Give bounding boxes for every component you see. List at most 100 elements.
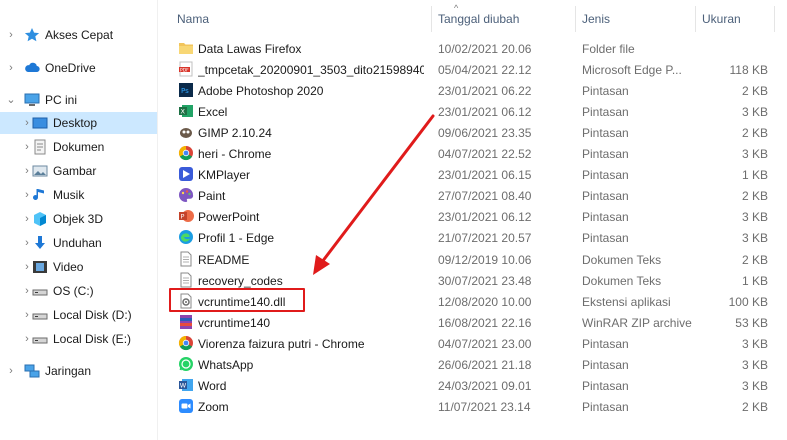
photoshop-icon: Ps	[178, 82, 194, 98]
column-type[interactable]: Jenis	[582, 12, 610, 26]
file-date: 23/01/2021 06.15	[438, 168, 532, 183]
chevron-right-icon[interactable]: ›	[22, 309, 32, 321]
column-name[interactable]: Nama	[177, 12, 209, 26]
music-icon	[32, 187, 48, 203]
file-name: PowerPoint	[198, 210, 260, 225]
file-row[interactable]: GIMP 2.10.24 09/06/2021 23.35 Pintasan 2 KB	[170, 122, 774, 143]
nav-item-local-disk-d[interactable]: › Local Disk (D:)	[0, 304, 157, 326]
file-date: 05/04/2021 22.12	[438, 63, 532, 78]
file-name: Viorenza faizura putri - Chrome	[198, 336, 365, 351]
file-row[interactable]: WhatsApp 26/06/2021 21.18 Pintasan 3 KB	[170, 354, 774, 375]
file-date: 16/08/2021 22.16	[438, 315, 532, 330]
file-row[interactable]: vcruntime140 16/08/2021 22.16 WinRAR ZIP a…	[170, 312, 774, 333]
nav-item-label: Akses Cepat	[45, 28, 114, 42]
nav-item-os-c[interactable]: › OS (C:)	[0, 280, 157, 302]
file-date: 09/12/2019 10.06	[438, 252, 532, 267]
column-date[interactable]: Tanggal diubah	[438, 12, 519, 26]
pane-splitter[interactable]	[157, 0, 158, 440]
desktop-icon	[32, 115, 48, 131]
file-date: 11/07/2021 23.14	[438, 399, 531, 414]
edge-icon	[178, 229, 194, 245]
nav-item-label: Musik	[53, 188, 85, 202]
pdf-icon: PDF	[178, 61, 194, 77]
drive-icon	[32, 331, 48, 347]
chevron-right-icon[interactable]: ›	[22, 189, 32, 201]
file-row[interactable]: KMPlayer 23/01/2021 06.15 Pintasan 1 KB	[170, 164, 774, 185]
chrome-icon	[178, 145, 194, 161]
chevron-right-icon[interactable]: ›	[22, 333, 32, 345]
nav-item-objek-3d[interactable]: › Objek 3D	[0, 208, 157, 230]
nav-item-desktop[interactable]: › Desktop	[0, 112, 157, 134]
file-type: Pintasan	[582, 84, 629, 99]
file-date: 04/07/2021 22.52	[438, 147, 532, 162]
file-row[interactable]: Ps Adobe Photoshop 2020 23/01/2021 06.22 Pi…	[170, 80, 774, 101]
nav-item-video[interactable]: › Video	[0, 256, 157, 278]
nav-item-label: Desktop	[53, 116, 98, 130]
text-file-icon	[178, 251, 194, 267]
file-row[interactable]: Profil 1 - Edge 21/07/2021 20.57 Pintasan 3…	[170, 227, 774, 248]
file-type: Folder file	[582, 42, 635, 56]
nav-item-dokumen[interactable]: › Dokumen	[0, 136, 157, 158]
video-icon	[32, 259, 48, 275]
svg-text:PDF: PDF	[180, 67, 189, 73]
chevron-right-icon[interactable]: ›	[22, 213, 32, 225]
column-divider[interactable]	[774, 6, 775, 32]
file-date: 23/01/2021 06.12	[438, 105, 532, 120]
file-size: 3 KB	[741, 357, 768, 372]
file-name: README	[198, 252, 250, 267]
file-name: heri - Chrome	[198, 147, 272, 162]
file-row[interactable]: Zoom 11/07/2021 23.14 Pintasan 2 KB	[170, 396, 774, 417]
file-type: Pintasan	[582, 168, 629, 183]
file-size: 2 KB	[741, 252, 768, 267]
file-type: Pintasan	[582, 147, 629, 162]
nav-item-jaringan[interactable]: › Jaringan	[0, 360, 157, 382]
nav-item-gambar[interactable]: › Gambar	[0, 160, 157, 182]
paint-icon	[178, 187, 194, 203]
file-row[interactable]: Paint 27/07/2021 08.40 Pintasan 2 KB	[170, 185, 774, 206]
chevron-right-icon[interactable]: ›	[22, 117, 32, 129]
svg-text:W: W	[180, 381, 187, 389]
file-row[interactable]: heri - Chrome 04/07/2021 22.52 Pintasan 3 K…	[170, 143, 774, 164]
column-size[interactable]: Ukuran	[702, 12, 741, 26]
nav-item-pc-ini[interactable]: ⌄ PC ini	[0, 89, 157, 111]
column-divider[interactable]	[431, 6, 432, 32]
nav-item-label: OneDrive	[45, 61, 96, 75]
nav-item-local-disk-e[interactable]: › Local Disk (E:)	[0, 328, 157, 350]
chevron-down-icon[interactable]: ⌄	[6, 94, 16, 106]
chevron-right-icon[interactable]: ›	[22, 285, 32, 297]
folder-icon	[178, 40, 194, 56]
chevron-right-icon[interactable]: ›	[6, 29, 16, 41]
column-divider[interactable]	[695, 6, 696, 32]
nav-item-label: Local Disk (E:)	[53, 332, 132, 346]
svg-text:X: X	[181, 108, 186, 116]
file-size: 2 KB	[741, 84, 768, 99]
nav-item-musik[interactable]: › Musik	[0, 184, 157, 206]
file-row[interactable]: PDF _tmpcetak_20200901_3503_dito215989407…	[170, 59, 774, 80]
file-row[interactable]: README 09/12/2019 10.06 Dokumen Teks 2 KB	[170, 249, 774, 270]
file-type: Pintasan	[582, 126, 629, 141]
chevron-right-icon[interactable]: ›	[6, 365, 16, 377]
file-type: Pintasan	[582, 357, 629, 372]
navigation-pane: › Akses Cepat › OneDrive ⌄ PC ini › Desktop › Dok…	[0, 0, 157, 440]
file-name: GIMP 2.10.24	[198, 126, 272, 141]
file-row[interactable]: Viorenza faizura putri - Chrome 04/07/202…	[170, 333, 774, 354]
file-row[interactable]: X Excel 23/01/2021 06.12 Pintasan 3 KB	[170, 101, 774, 122]
file-row[interactable]: Data Lawas Firefox 10/02/2021 20.06 Folder…	[170, 38, 774, 59]
nav-item-akses-cepat[interactable]: › Akses Cepat	[0, 24, 157, 46]
file-size: 100 KB	[728, 294, 768, 309]
chevron-right-icon[interactable]: ›	[6, 62, 16, 74]
file-row[interactable]: P PowerPoint 23/01/2021 06.12 Pintasan 3 KB	[170, 206, 774, 227]
chevron-right-icon[interactable]: ›	[22, 165, 32, 177]
chevron-right-icon[interactable]: ›	[22, 261, 32, 273]
file-type: Pintasan	[582, 210, 629, 225]
text-file-icon	[178, 272, 194, 288]
column-divider[interactable]	[575, 6, 576, 32]
chevron-right-icon[interactable]: ›	[22, 237, 32, 249]
file-size: 2 KB	[741, 189, 768, 204]
file-date: 26/06/2021 21.18	[438, 357, 532, 372]
chevron-right-icon[interactable]: ›	[22, 141, 32, 153]
file-row[interactable]: W Word 24/03/2021 09.01 Pintasan 3 KB	[170, 375, 774, 396]
nav-item-unduhan[interactable]: › Unduhan	[0, 232, 157, 254]
file-type: Pintasan	[582, 189, 629, 204]
nav-item-onedrive[interactable]: › OneDrive	[0, 57, 157, 79]
